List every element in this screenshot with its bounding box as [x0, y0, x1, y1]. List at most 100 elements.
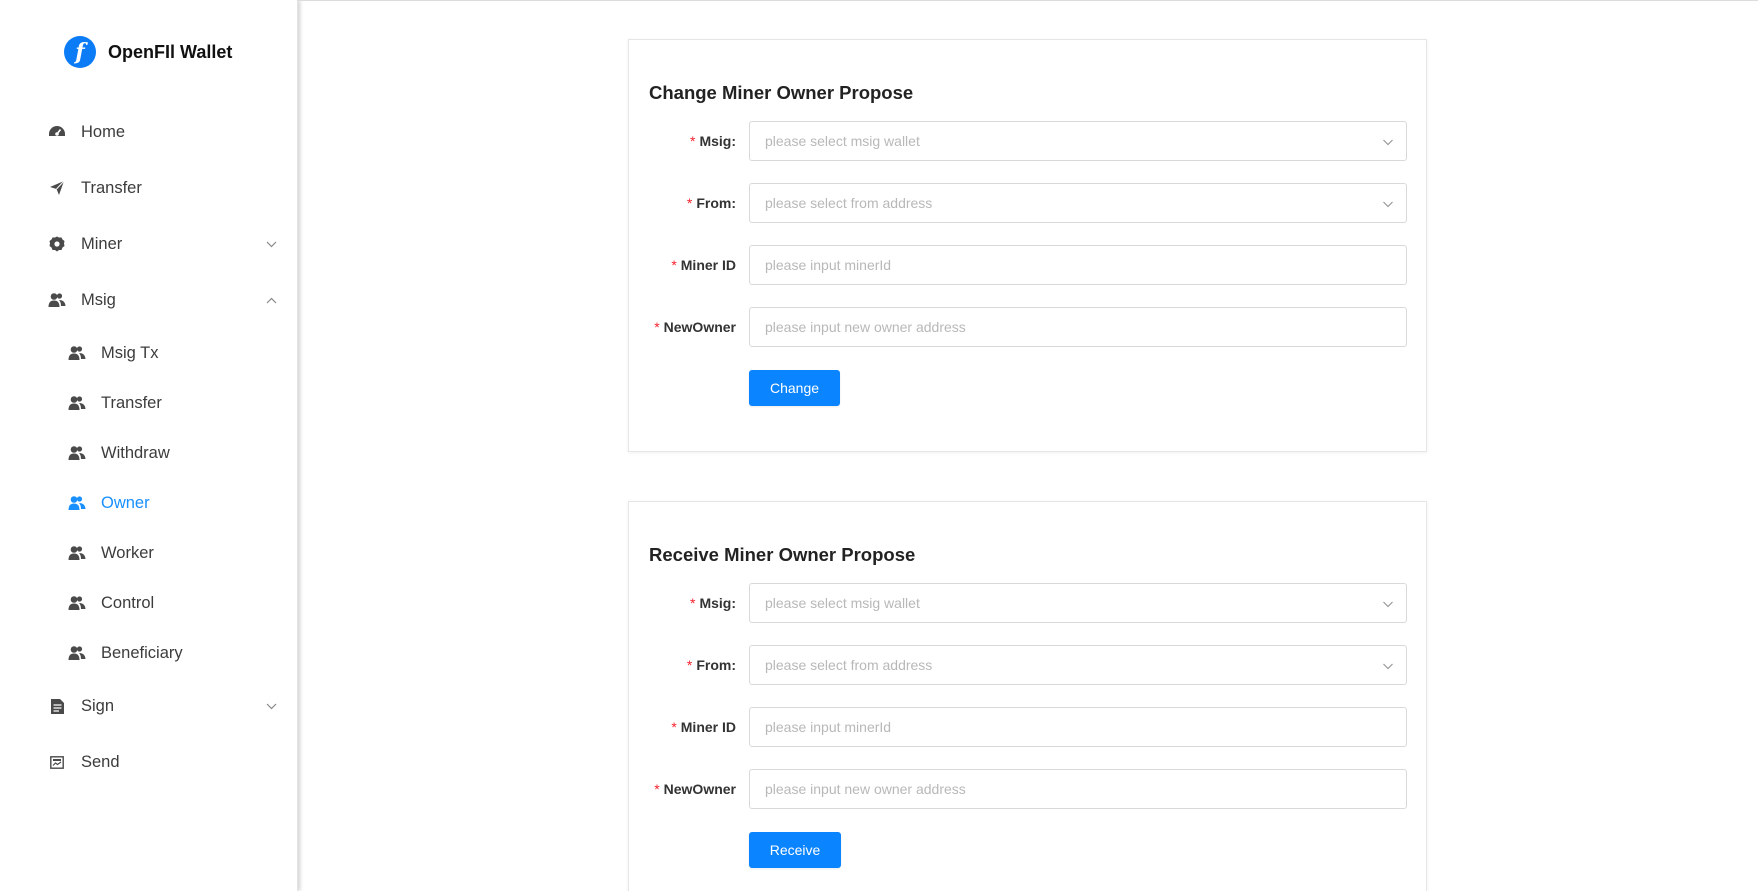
required-asterisk: * — [689, 595, 696, 611]
new-owner-label: * NewOwner — [654, 307, 736, 347]
sidebar-item-send[interactable]: Send — [0, 742, 297, 782]
sidebar-item-msig[interactable]: Msig — [0, 280, 297, 320]
new-owner-placeholder: please input new owner address — [765, 781, 966, 797]
from-label: * From: — [687, 183, 736, 223]
users-icon — [68, 644, 86, 662]
sidebar-item-label: Transfer — [81, 178, 142, 197]
msig-row: * Msig: please select msig wallet — [629, 121, 1426, 161]
chevron-down-icon — [1382, 597, 1394, 609]
sidebar-item-msig-tx[interactable]: Msig Tx — [0, 333, 297, 373]
dashboard-icon — [48, 123, 66, 141]
required-asterisk: * — [686, 657, 693, 673]
gear-icon — [48, 235, 66, 253]
new-owner-row: * NewOwner please input new owner address — [629, 307, 1426, 347]
from-row: * From: please select from address — [629, 645, 1426, 685]
users-icon — [48, 291, 66, 309]
msig-label-text: Msig: — [699, 133, 736, 149]
required-asterisk: * — [689, 133, 696, 149]
document-icon — [48, 697, 66, 715]
image-frame-icon — [48, 753, 66, 771]
users-icon — [68, 394, 86, 412]
card-title: Change Miner Owner Propose — [649, 82, 914, 103]
chevron-down-icon — [1382, 197, 1394, 209]
new-owner-label: * NewOwner — [654, 769, 736, 809]
filecoin-logo-icon: f — [64, 36, 96, 68]
sidebar-item-sign[interactable]: Sign — [0, 686, 297, 726]
sidebar-item-label: Home — [81, 122, 126, 141]
brand-name: OpenFIl Wallet — [108, 41, 233, 62]
sidebar-item-owner[interactable]: Owner — [0, 483, 297, 523]
required-asterisk: * — [671, 719, 677, 735]
miner-id-label: * Miner ID — [671, 707, 736, 747]
miner-id-label-text: Miner ID — [680, 719, 736, 735]
sidebar-item-label: Control — [101, 593, 155, 612]
sidebar-item-label: Transfer — [101, 393, 162, 412]
chevron-down-icon — [265, 700, 277, 712]
sidebar-item-transfer[interactable]: Transfer — [0, 168, 297, 208]
receive-owner-card: Receive Miner Owner Propose * Msig: pleas… — [628, 501, 1427, 891]
from-select-placeholder: please select from address — [765, 195, 933, 211]
chevron-up-icon — [265, 294, 277, 306]
required-asterisk: * — [654, 319, 660, 335]
card-title: Receive Miner Owner Propose — [649, 544, 916, 565]
change-button[interactable]: Change — [749, 370, 840, 406]
required-asterisk: * — [671, 257, 677, 273]
msig-label: * Msig: — [690, 583, 736, 623]
users-icon — [68, 494, 86, 512]
from-select-placeholder: please select from address — [765, 657, 933, 673]
users-icon — [68, 444, 86, 462]
change-owner-card: Change Miner Owner Propose * Msig: please… — [628, 39, 1427, 452]
msig-select-placeholder: please select msig wallet — [765, 595, 920, 611]
users-icon — [68, 594, 86, 612]
sidebar-item-label: Owner — [101, 493, 150, 512]
required-asterisk: * — [654, 781, 660, 797]
miner-id-row: * Miner ID please input minerId — [629, 245, 1426, 285]
brand[interactable]: f OpenFIl Wallet — [64, 36, 232, 68]
sidebar-item-control[interactable]: Control — [0, 583, 297, 623]
miner-id-input[interactable]: please input minerId — [749, 245, 1407, 285]
miner-id-input[interactable]: please input minerId — [749, 707, 1407, 747]
new-owner-placeholder: please input new owner address — [765, 319, 966, 335]
msig-select[interactable]: please select msig wallet — [749, 121, 1407, 161]
sidebar-item-label: Worker — [101, 543, 154, 562]
miner-id-label-text: Miner ID — [680, 257, 736, 273]
new-owner-input[interactable]: please input new owner address — [749, 769, 1407, 809]
new-owner-row: * NewOwner please input new owner address — [629, 769, 1426, 809]
from-select[interactable]: please select from address — [749, 183, 1407, 223]
sidebar-item-label: Miner — [81, 234, 123, 253]
sidebar-item-msig-transfer[interactable]: Transfer — [0, 383, 297, 423]
sidebar-item-miner[interactable]: Miner — [0, 224, 297, 264]
chevron-down-icon — [1382, 135, 1394, 147]
app-window: f OpenFIl Wallet Home Transfer Miner Msi… — [0, 0, 1758, 891]
chevron-down-icon — [265, 238, 277, 250]
sidebar-item-label: Send — [81, 752, 120, 771]
sidebar-item-withdraw[interactable]: Withdraw — [0, 433, 297, 473]
from-label-text: From: — [696, 195, 736, 211]
msig-label-text: Msig: — [699, 595, 736, 611]
msig-select[interactable]: please select msig wallet — [749, 583, 1407, 623]
from-label: * From: — [687, 645, 736, 685]
sidebar-item-worker[interactable]: Worker — [0, 533, 297, 573]
new-owner-label-text: NewOwner — [663, 319, 736, 335]
msig-label: * Msig: — [690, 121, 736, 161]
sidebar-item-label: Msig Tx — [101, 343, 159, 362]
msig-row: * Msig: please select msig wallet — [629, 583, 1426, 623]
sidebar-item-home[interactable]: Home — [0, 112, 297, 152]
users-icon — [68, 344, 86, 362]
msig-select-placeholder: please select msig wallet — [765, 133, 920, 149]
miner-id-label: * Miner ID — [671, 245, 736, 285]
miner-id-placeholder: please input minerId — [765, 257, 892, 273]
from-row: * From: please select from address — [629, 183, 1426, 223]
chevron-down-icon — [1382, 659, 1394, 671]
sidebar-item-beneficiary[interactable]: Beneficiary — [0, 633, 297, 673]
miner-id-placeholder: please input minerId — [765, 719, 892, 735]
from-label-text: From: — [696, 657, 736, 673]
new-owner-input[interactable]: please input new owner address — [749, 307, 1407, 347]
from-select[interactable]: please select from address — [749, 645, 1407, 685]
receive-button[interactable]: Receive — [749, 832, 841, 868]
sidebar-item-label: Msig — [81, 290, 116, 309]
miner-id-row: * Miner ID please input minerId — [629, 707, 1426, 747]
send-plane-icon — [48, 179, 66, 197]
top-divider — [297, 0, 1758, 1]
sidebar: f OpenFIl Wallet Home Transfer Miner Msi… — [0, 0, 298, 891]
